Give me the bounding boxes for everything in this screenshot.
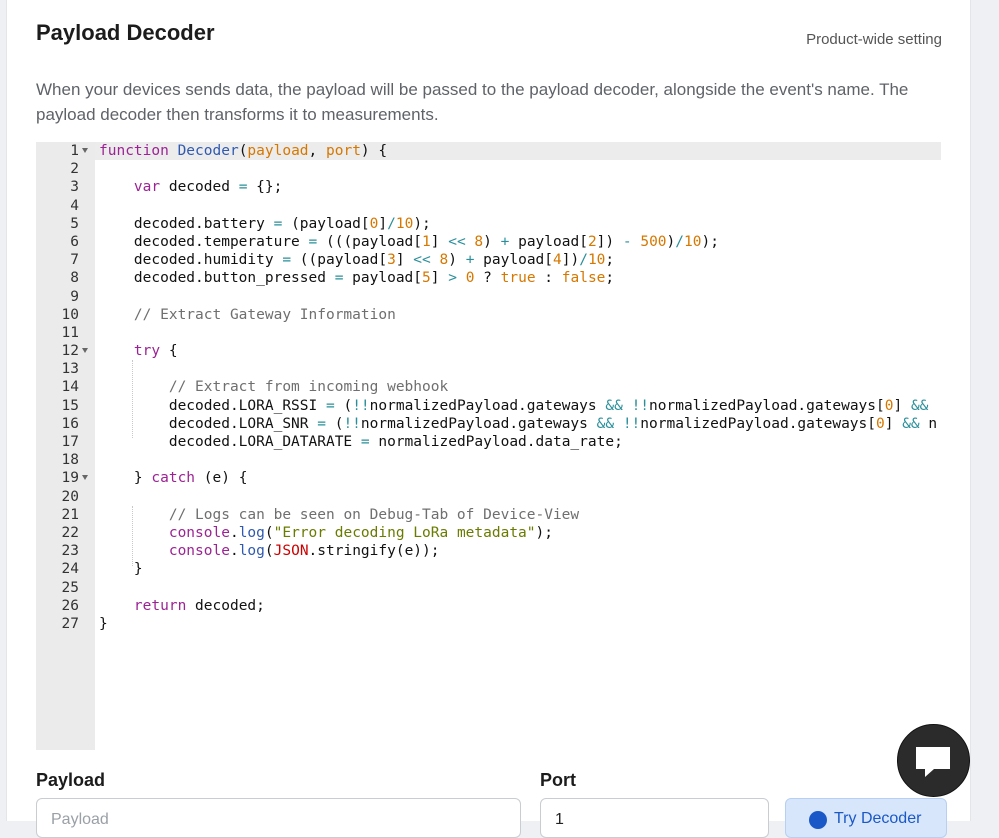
code-text: } catch (e) { (99, 470, 248, 487)
code-line: 14 // Extract from incoming webhook (36, 378, 941, 396)
code-text: decoded.LORA_RSSI = (!!normalizedPayload… (99, 397, 929, 414)
code-text: // Logs can be seen on Debug-Tab of Devi… (168, 506, 580, 523)
line-number: 6 (70, 233, 79, 250)
code-text: var decoded = {}; (133, 179, 283, 196)
code-text: try { (133, 343, 178, 360)
line-number: 17 (61, 434, 79, 450)
line-number: 12 (61, 343, 79, 360)
line-number: 22 (61, 524, 79, 541)
code-editor[interactable]: 1 function Decoder(payload, port) { 2 3 var… (36, 142, 941, 750)
code-line: 16 decoded.LORA_SNR = (!!normalizedPaylo… (36, 415, 941, 433)
code-text: function Decoder(payload, port) { (99, 143, 388, 159)
code-text: decoded.LORA_DATARATE = normalizedPayloa… (99, 434, 623, 450)
code-line: 21 // Logs can be seen on Debug-Tab of D… (36, 506, 941, 524)
line-number: 2 (70, 161, 79, 178)
code-line: 18 (36, 451, 941, 469)
line-number: 16 (61, 415, 79, 432)
line-number: 21 (61, 506, 79, 523)
chat-bubble-icon (916, 747, 950, 777)
code-line: 26 return decoded; (36, 597, 941, 615)
try-decoder-label: Try Decoder (834, 810, 922, 827)
line-number: 14 (61, 379, 79, 396)
code-text: decoded.humidity = ((payload[3] << 8) + … (99, 252, 615, 269)
code-line: 11 (36, 324, 941, 342)
code-line: 9 (36, 288, 941, 306)
code-line: 20 (36, 488, 941, 506)
chat-button[interactable] (897, 724, 970, 797)
line-number: 9 (70, 288, 79, 305)
code-line: 4 (36, 197, 941, 215)
code-text: decoded.temperature = (((payload[1] << 8… (99, 233, 719, 250)
code-line: 3 var decoded = {}; (36, 178, 941, 196)
code-line: 6 decoded.temperature = (((payload[1] <<… (36, 233, 941, 251)
port-input[interactable]: 1 (540, 798, 769, 838)
code-line: 1 function Decoder(payload, port) { (36, 142, 941, 160)
line-number: 8 (70, 270, 79, 287)
line-number: 25 (61, 579, 79, 596)
code-lines: 1 function Decoder(payload, port) { 2 3 var… (36, 142, 941, 633)
code-line: 17 decoded.LORA_DATARATE = normalizedPay… (36, 433, 941, 451)
line-number: 3 (70, 179, 79, 196)
payload-decoder-card: Payload Decoder Product-wide setting Whe… (6, 0, 971, 838)
code-line: 15 decoded.LORA_RSSI = (!!normalizedPayl… (36, 397, 941, 415)
line-number: 10 (61, 306, 79, 323)
line-number: 7 (70, 252, 79, 269)
code-line: 27} (36, 615, 941, 633)
port-label: Port (540, 770, 576, 790)
code-line: 19 } catch (e) { (36, 469, 941, 487)
line-number: 18 (61, 452, 79, 469)
code-line: 8 decoded.button_pressed = payload[5] > … (36, 269, 941, 287)
line-number: 26 (61, 597, 79, 614)
code-text: console.log(JSON.stringify(e)); (168, 543, 440, 560)
code-text: console.log("Error decoding LoRa metadat… (168, 524, 553, 541)
fold-arrow-icon[interactable] (82, 475, 88, 481)
fold-arrow-icon[interactable] (82, 348, 88, 354)
try-decoder-button[interactable]: Try Decoder (785, 798, 947, 838)
fold-arrow-icon[interactable] (82, 148, 88, 153)
line-number: 19 (61, 470, 79, 487)
line-number: 24 (61, 561, 79, 578)
code-line: 22 console.log("Error decoding LoRa meta… (36, 524, 941, 542)
description-text: When your devices sends data, the payloa… (36, 80, 909, 124)
line-number: 11 (61, 324, 79, 341)
payload-input[interactable]: Payload (36, 798, 521, 838)
code-text: // Extract from incoming webhook (168, 379, 449, 396)
line-number: 15 (61, 397, 79, 414)
line-number: 20 (61, 488, 79, 505)
code-line: 2 (36, 160, 941, 178)
code-line: 25 (36, 579, 941, 597)
code-text: // Extract Gateway Information (133, 306, 396, 323)
code-text: decoded.button_pressed = payload[5] > 0 … (99, 270, 615, 287)
code-text: return decoded; (133, 597, 265, 614)
code-text: decoded.LORA_SNR = (!!normalizedPayload.… (99, 415, 938, 432)
code-line: 13 (36, 360, 941, 378)
line-number: 4 (70, 197, 79, 214)
code-line: 24 } (36, 560, 941, 578)
code-line: 10 // Extract Gateway Information (36, 306, 941, 324)
line-number: 13 (61, 361, 79, 378)
code-text: decoded.battery = (payload[0]/10); (99, 215, 431, 232)
page-title: Payload Decoder (36, 20, 215, 45)
line-number: 23 (61, 543, 79, 560)
line-number: 5 (70, 215, 79, 232)
code-line: 5 decoded.battery = (payload[0]/10); (36, 215, 941, 233)
line-number: 1 (70, 143, 79, 159)
scope-label: Product-wide setting (806, 31, 942, 48)
payload-label: Payload (36, 770, 106, 790)
play-icon (809, 811, 827, 829)
code-line: 23 console.log(JSON.stringify(e)); (36, 542, 941, 560)
code-line: 7 decoded.humidity = ((payload[3] << 8) … (36, 251, 941, 269)
code-text: } (99, 561, 143, 578)
code-text: } (99, 615, 108, 632)
line-number: 27 (61, 615, 79, 632)
code-line: 12 try { (36, 342, 941, 360)
